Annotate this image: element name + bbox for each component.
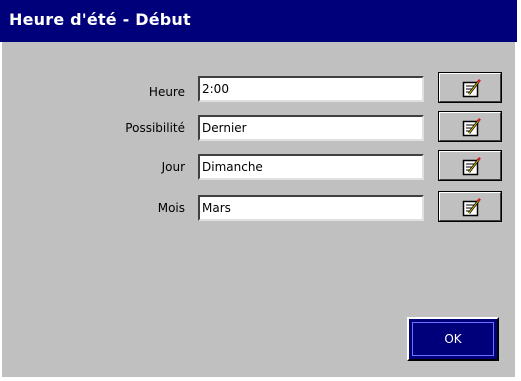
dialog-window: Heure d'été - Début Heure 2:00 Possibili…	[0, 0, 517, 379]
edit-notepad-icon	[462, 79, 481, 98]
edit-button-possibilite[interactable]	[438, 111, 502, 142]
edit-button-mois[interactable]	[438, 191, 502, 222]
edit-notepad-icon	[462, 157, 481, 176]
label-heure: Heure	[148, 85, 185, 99]
field-mois[interactable]: Mars	[198, 195, 424, 221]
label-mois: Mois	[157, 201, 185, 215]
title-bar: Heure d'été - Début	[0, 0, 517, 42]
ok-button[interactable]: OK	[407, 317, 499, 361]
edit-button-jour[interactable]	[438, 150, 502, 181]
label-jour: Jour	[161, 160, 185, 174]
edit-notepad-icon	[462, 198, 481, 217]
field-jour[interactable]: Dimanche	[198, 154, 424, 180]
field-possibilite[interactable]: Dernier	[198, 115, 424, 141]
window-border	[0, 42, 2, 379]
label-possibilite: Possibilité	[125, 121, 185, 135]
ok-button-focus-ring	[412, 322, 494, 356]
window-title: Heure d'été - Début	[9, 10, 191, 29]
field-heure[interactable]: 2:00	[198, 76, 424, 102]
edit-button-heure[interactable]	[438, 72, 502, 103]
edit-notepad-icon	[462, 118, 481, 137]
